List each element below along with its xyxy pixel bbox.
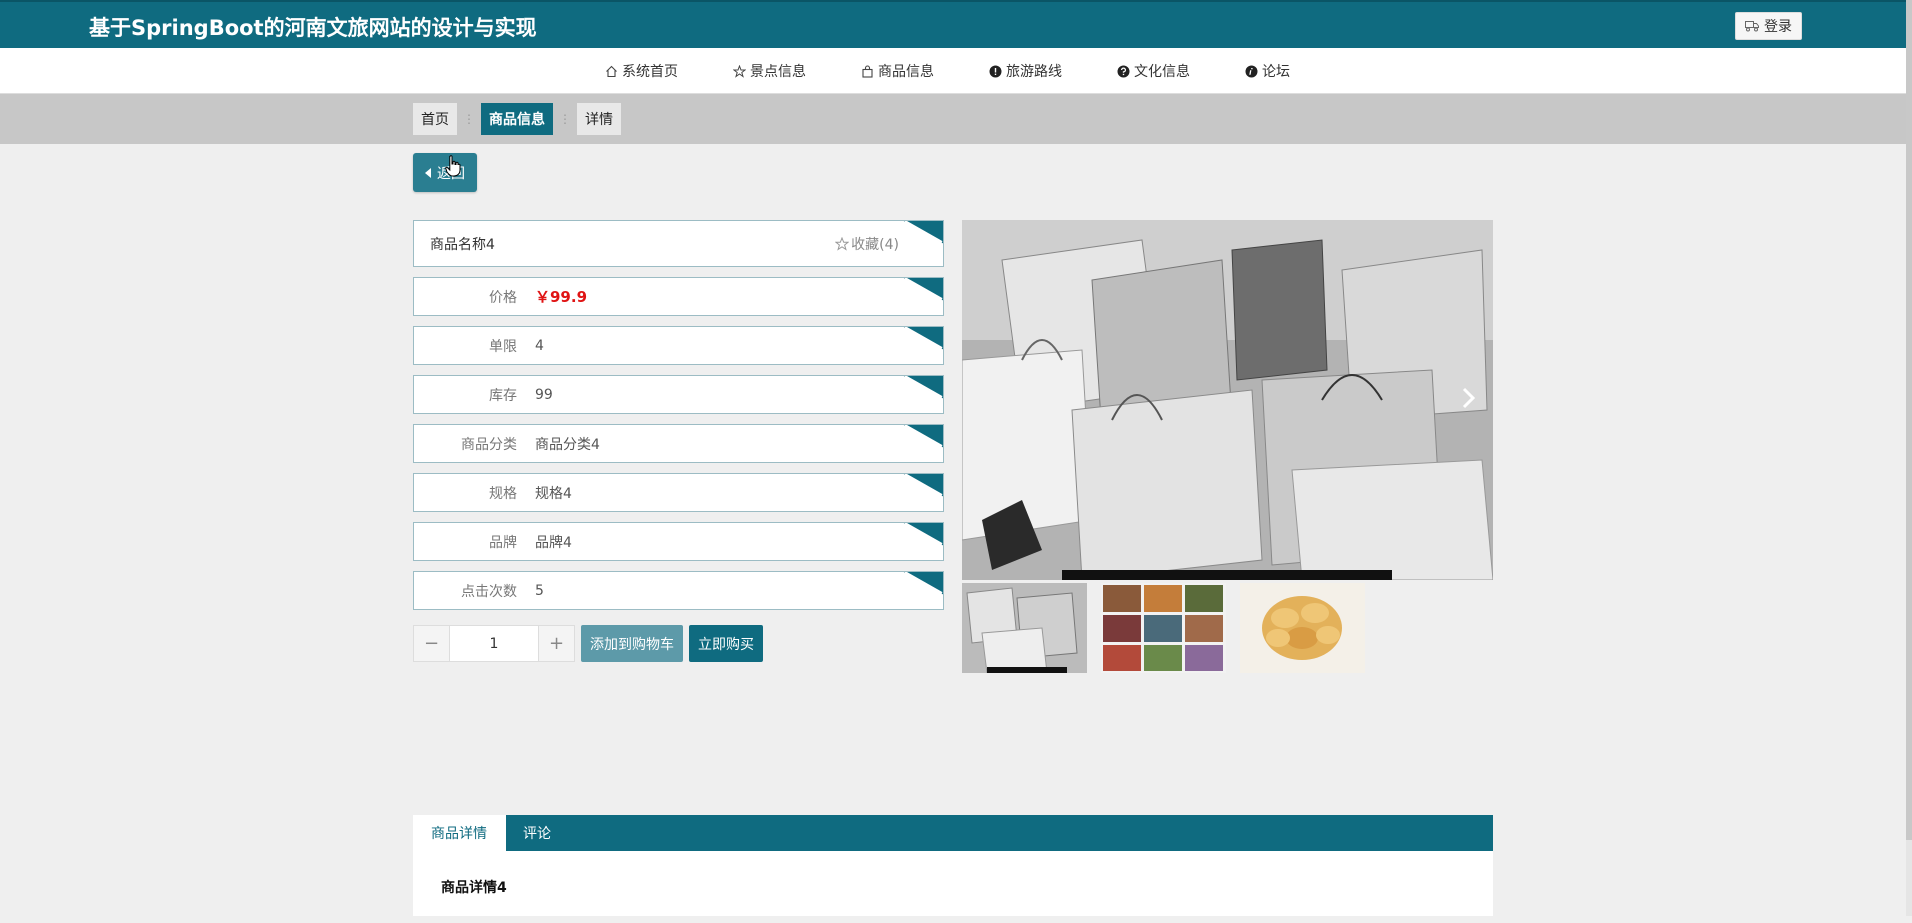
site-title: 基于SpringBoot的河南文旅网站的设计与实现 bbox=[89, 16, 537, 40]
breadcrumb-separator: ⋮ bbox=[463, 112, 475, 126]
info-icon bbox=[989, 65, 1002, 77]
login-button[interactable]: 登录 bbox=[1735, 12, 1802, 40]
pastry-thumbnail bbox=[1240, 583, 1365, 673]
quantity-input[interactable] bbox=[449, 626, 539, 661]
quantity-stepper: − + bbox=[413, 625, 575, 662]
field-row-spec: 规格 规格4 bbox=[413, 473, 944, 512]
question-icon bbox=[1117, 65, 1130, 77]
corner-ribbon-icon bbox=[903, 474, 943, 497]
field-value: 规格4 bbox=[535, 485, 572, 502]
buy-now-button[interactable]: 立即购买 bbox=[689, 625, 763, 662]
price-value: ￥99.9 bbox=[535, 288, 588, 306]
product-image-carousel[interactable] bbox=[962, 220, 1493, 580]
field-row-brand: 品牌 品牌4 bbox=[413, 522, 944, 561]
field-value: 4 bbox=[535, 337, 544, 354]
field-label: 单限 bbox=[489, 338, 517, 355]
top-header: 基于SpringBoot的河南文旅网站的设计与实现 登录 bbox=[0, 0, 1906, 48]
detail-tabs-panel: 商品详情 评论 商品详情4 bbox=[413, 815, 1493, 916]
increment-button[interactable]: + bbox=[539, 626, 574, 661]
detail-content: 商品详情4 bbox=[441, 880, 507, 896]
nav-label: 商品信息 bbox=[878, 64, 934, 80]
info-icon bbox=[1245, 65, 1258, 77]
page-scrollbar[interactable] bbox=[1906, 0, 1912, 916]
breadcrumb-separator: ⋮ bbox=[559, 112, 571, 126]
collage-thumbnail bbox=[1101, 583, 1226, 673]
truck-icon bbox=[1745, 21, 1759, 32]
hand-cursor-icon bbox=[445, 155, 461, 177]
field-label: 价格 bbox=[489, 289, 517, 306]
main-nav: 系统首页 景点信息 商品信息 旅游路线 文化信息 论坛 bbox=[0, 48, 1906, 94]
field-label: 规格 bbox=[489, 485, 517, 502]
field-row-clicks: 点击次数 5 bbox=[413, 571, 944, 610]
chevron-right-icon[interactable] bbox=[1457, 383, 1481, 413]
corner-ribbon-icon bbox=[903, 572, 943, 595]
home-icon bbox=[606, 65, 617, 77]
thumbnail-strip bbox=[962, 583, 1365, 673]
star-outline-icon bbox=[835, 236, 850, 251]
nav-item-products[interactable]: 商品信息 bbox=[861, 48, 934, 94]
nav-label: 景点信息 bbox=[750, 64, 806, 80]
tab-comments[interactable]: 评论 bbox=[506, 815, 568, 851]
nav-label: 文化信息 bbox=[1134, 64, 1190, 80]
scrollbar-thumb[interactable] bbox=[1906, 0, 1912, 840]
thumbnail-3[interactable] bbox=[1240, 583, 1365, 673]
field-value: 99 bbox=[535, 386, 553, 403]
corner-ribbon-icon bbox=[903, 425, 943, 448]
corner-ribbon-icon bbox=[903, 376, 943, 399]
field-row-limit: 单限 4 bbox=[413, 326, 944, 365]
nav-item-attractions[interactable]: 景点信息 bbox=[733, 48, 806, 94]
thumbnail-1[interactable] bbox=[962, 583, 1087, 673]
favorite-button[interactable]: 收藏(4) bbox=[835, 234, 899, 254]
breadcrumb: 首页 ⋮ 商品信息 ⋮ 详情 bbox=[413, 103, 621, 135]
nav-item-culture[interactable]: 文化信息 bbox=[1117, 48, 1190, 94]
field-label: 点击次数 bbox=[461, 583, 517, 600]
nav-label: 系统首页 bbox=[622, 64, 678, 80]
breadcrumb-products[interactable]: 商品信息 bbox=[481, 103, 553, 135]
thumbnail-2[interactable] bbox=[1101, 583, 1226, 673]
field-row-price: 价格 ￥99.9 bbox=[413, 277, 944, 316]
product-name: 商品名称4 bbox=[430, 236, 495, 253]
add-to-cart-button[interactable]: 添加到购物车 bbox=[581, 625, 683, 662]
star-icon bbox=[733, 64, 746, 78]
corner-ribbon-icon bbox=[903, 523, 943, 546]
field-row-stock: 库存 99 bbox=[413, 375, 944, 414]
nav-item-home[interactable]: 系统首页 bbox=[605, 48, 678, 94]
field-value: 5 bbox=[535, 582, 544, 599]
tab-product-detail[interactable]: 商品详情 bbox=[413, 815, 506, 851]
decrement-button[interactable]: − bbox=[414, 626, 449, 661]
field-label: 商品分类 bbox=[461, 436, 517, 453]
field-label: 品牌 bbox=[489, 534, 517, 551]
corner-ribbon-icon bbox=[903, 221, 943, 244]
tab-bar: 商品详情 评论 bbox=[413, 815, 1493, 851]
field-label: 库存 bbox=[489, 387, 517, 404]
caret-left-icon bbox=[425, 167, 431, 178]
product-name-row: 商品名称4 收藏(4) bbox=[413, 220, 944, 267]
corner-ribbon-icon bbox=[903, 278, 943, 301]
login-label: 登录 bbox=[1764, 19, 1792, 35]
bag-icon bbox=[862, 64, 873, 78]
breadcrumb-bar: 首页 ⋮ 商品信息 ⋮ 详情 bbox=[0, 94, 1906, 144]
field-row-category: 商品分类 商品分类4 bbox=[413, 424, 944, 463]
breadcrumb-detail[interactable]: 详情 bbox=[577, 103, 621, 135]
nav-item-routes[interactable]: 旅游路线 bbox=[989, 48, 1062, 94]
shopping-bags-image bbox=[962, 220, 1493, 580]
nav-item-forum[interactable]: 论坛 bbox=[1245, 48, 1290, 94]
favorite-label: 收藏(4) bbox=[851, 236, 899, 253]
nav-label: 论坛 bbox=[1262, 64, 1290, 80]
field-value: 商品分类4 bbox=[535, 436, 600, 453]
breadcrumb-home[interactable]: 首页 bbox=[413, 103, 457, 135]
corner-ribbon-icon bbox=[903, 327, 943, 350]
field-value: 品牌4 bbox=[535, 534, 572, 551]
product-info-list: 商品名称4 收藏(4) 价格 ￥99.9 单限 4 库存 99 商品分类 商品分… bbox=[413, 220, 944, 620]
purchase-controls: − + 添加到购物车 立即购买 bbox=[413, 625, 763, 662]
shopping-bags-thumbnail bbox=[962, 583, 1087, 673]
nav-label: 旅游路线 bbox=[1006, 64, 1062, 80]
